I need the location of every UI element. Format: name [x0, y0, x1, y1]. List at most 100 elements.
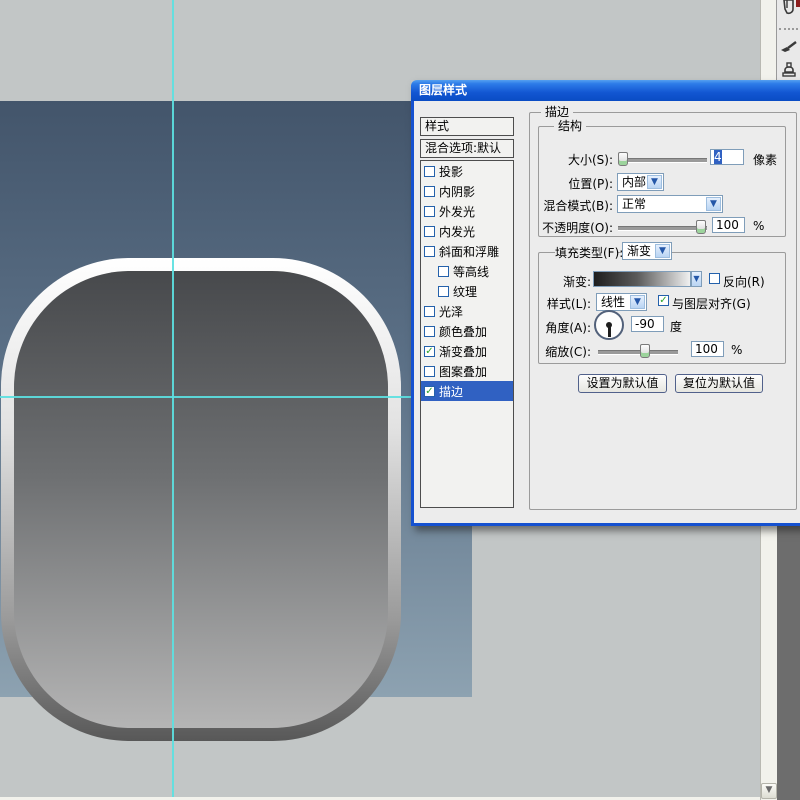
blending-options-item[interactable]: 混合选项:默认: [420, 139, 514, 158]
chevron-down-icon: ▼: [693, 274, 699, 283]
position-value: 内部: [622, 175, 646, 190]
size-input[interactable]: 4: [710, 149, 744, 165]
blend-mode-label: 混合模式(B):: [539, 197, 613, 214]
dialog-title: 图层样式: [419, 83, 467, 97]
dialog-frame: [411, 523, 800, 526]
angle-dial[interactable]: [594, 310, 624, 340]
align-with-layer-checkbox[interactable]: ✓: [658, 295, 669, 306]
gradient-style-select[interactable]: 线性 ▼: [596, 293, 647, 311]
style-checkbox[interactable]: [424, 186, 435, 197]
fill-type-label: 填充类型(F):: [555, 244, 617, 261]
style-item-label: 等高线: [453, 263, 489, 280]
angle-unit: 度: [670, 318, 682, 335]
vertical-guide[interactable]: [172, 0, 174, 800]
position-label: 位置(P):: [539, 175, 613, 192]
style-checkbox[interactable]: [438, 266, 449, 277]
style-item-label: 渐变叠加: [439, 343, 487, 360]
chevron-down-icon: ▼: [706, 197, 721, 211]
style-list-item[interactable]: 内阴影: [421, 181, 513, 201]
size-label: 大小(S):: [539, 151, 613, 168]
fill-groupbox: 渐变: ▼ 反向(R) 样式(L): 线性 ▼ ✓ 与图层对齐(G) 角度(A)…: [538, 252, 786, 364]
workspace-background: ▼ 图层样式 样式 混合选项:默认 投影 内阴影: [0, 0, 800, 800]
style-list-item[interactable]: 斜面和浮雕: [421, 241, 513, 261]
angle-value: -90: [635, 317, 655, 331]
chevron-down-icon: ▼: [655, 244, 670, 258]
scale-slider[interactable]: [598, 350, 678, 355]
style-item-label: 描边: [439, 383, 463, 400]
style-list-item[interactable]: ✓ 渐变叠加: [421, 341, 513, 361]
size-slider[interactable]: [618, 158, 707, 163]
opacity-slider-thumb[interactable]: [696, 220, 706, 234]
angle-input[interactable]: -90: [631, 316, 664, 332]
scale-value: 100: [695, 342, 718, 356]
style-item-label: 光泽: [439, 303, 463, 320]
opacity-unit: %: [753, 219, 764, 233]
style-checkbox[interactable]: ✓: [424, 346, 435, 357]
style-checkbox[interactable]: [424, 246, 435, 257]
style-item-label: 内阴影: [439, 183, 475, 200]
reset-default-button[interactable]: 复位为默认值: [675, 374, 763, 393]
gradient-style-value: 线性: [601, 295, 625, 310]
style-item-label: 纹理: [453, 283, 477, 300]
style-checkbox[interactable]: [424, 226, 435, 237]
style-list-item[interactable]: 颜色叠加: [421, 321, 513, 341]
style-list-item[interactable]: ✓ 描边: [421, 381, 513, 401]
style-item-label: 投影: [439, 163, 463, 180]
style-checkbox[interactable]: [438, 286, 449, 297]
style-list-item[interactable]: 投影: [421, 161, 513, 181]
document-canvas[interactable]: [0, 101, 472, 697]
scroll-down-button[interactable]: ▼: [761, 783, 777, 799]
blend-mode-select[interactable]: 正常 ▼: [617, 195, 723, 213]
style-item-label: 外发光: [439, 203, 475, 220]
style-checkbox[interactable]: [424, 366, 435, 377]
blend-mode-value: 正常: [622, 197, 646, 212]
style-list-item[interactable]: 内发光: [421, 221, 513, 241]
style-list-item[interactable]: 等高线: [421, 261, 513, 281]
styles-panel-header: 样式: [420, 117, 514, 136]
brush-tool-icon[interactable]: [780, 38, 798, 56]
stroke-page-title: 描边: [541, 105, 573, 119]
style-item-label: 图案叠加: [439, 363, 487, 380]
align-with-layer-label: 与图层对齐(G): [672, 295, 751, 312]
size-unit: 像素: [753, 151, 777, 168]
palette-separator: [779, 28, 798, 30]
scale-label: 缩放(C):: [539, 343, 591, 360]
rounded-square-shape-stroke: [1, 258, 401, 741]
opacity-label: 不透明度(O):: [539, 219, 613, 236]
tools-palette-fragment: [776, 0, 800, 86]
set-default-button[interactable]: 设置为默认值: [578, 374, 667, 393]
opacity-value: 100: [716, 218, 739, 232]
scale-input[interactable]: 100: [691, 341, 724, 357]
chevron-down-icon: ▼: [647, 175, 662, 189]
horizontal-guide[interactable]: [0, 396, 472, 398]
style-checkbox[interactable]: ✓: [424, 386, 435, 397]
opacity-input[interactable]: 100: [712, 217, 745, 233]
scale-slider-thumb[interactable]: [640, 344, 650, 358]
blending-options-label: 混合选项:默认: [425, 141, 501, 155]
size-slider-thumb[interactable]: [618, 152, 628, 166]
gradient-label: 渐变:: [539, 273, 591, 290]
styles-header-label: 样式: [425, 119, 449, 133]
dialog-titlebar[interactable]: 图层样式: [411, 80, 800, 101]
fill-type-value: 渐变: [627, 244, 651, 259]
style-checkbox[interactable]: [424, 206, 435, 217]
fill-type-select[interactable]: 渐变 ▼: [622, 242, 672, 260]
reverse-checkbox[interactable]: [709, 273, 720, 284]
style-list-item[interactable]: 纹理: [421, 281, 513, 301]
gradient-picker-arrow[interactable]: ▼: [691, 271, 702, 287]
layer-style-dialog: 图层样式 样式 混合选项:默认 投影 内阴影 外发光 内发光 斜面和浮雕 等高线…: [411, 80, 800, 526]
gradient-preview[interactable]: [593, 271, 691, 287]
style-checkbox[interactable]: [424, 166, 435, 177]
history-brush-icon[interactable]: [780, 0, 798, 18]
rounded-square-shape-fill: [14, 271, 388, 728]
style-checkbox[interactable]: [424, 306, 435, 317]
opacity-slider[interactable]: [618, 226, 707, 231]
chevron-down-icon: ▼: [630, 295, 645, 309]
style-list-item[interactable]: 图案叠加: [421, 361, 513, 381]
style-item-label: 颜色叠加: [439, 323, 487, 340]
style-list-item[interactable]: 外发光: [421, 201, 513, 221]
clone-stamp-tool-icon[interactable]: [780, 61, 798, 79]
style-checkbox[interactable]: [424, 326, 435, 337]
style-list-item[interactable]: 光泽: [421, 301, 513, 321]
position-select[interactable]: 内部 ▼: [617, 173, 664, 191]
